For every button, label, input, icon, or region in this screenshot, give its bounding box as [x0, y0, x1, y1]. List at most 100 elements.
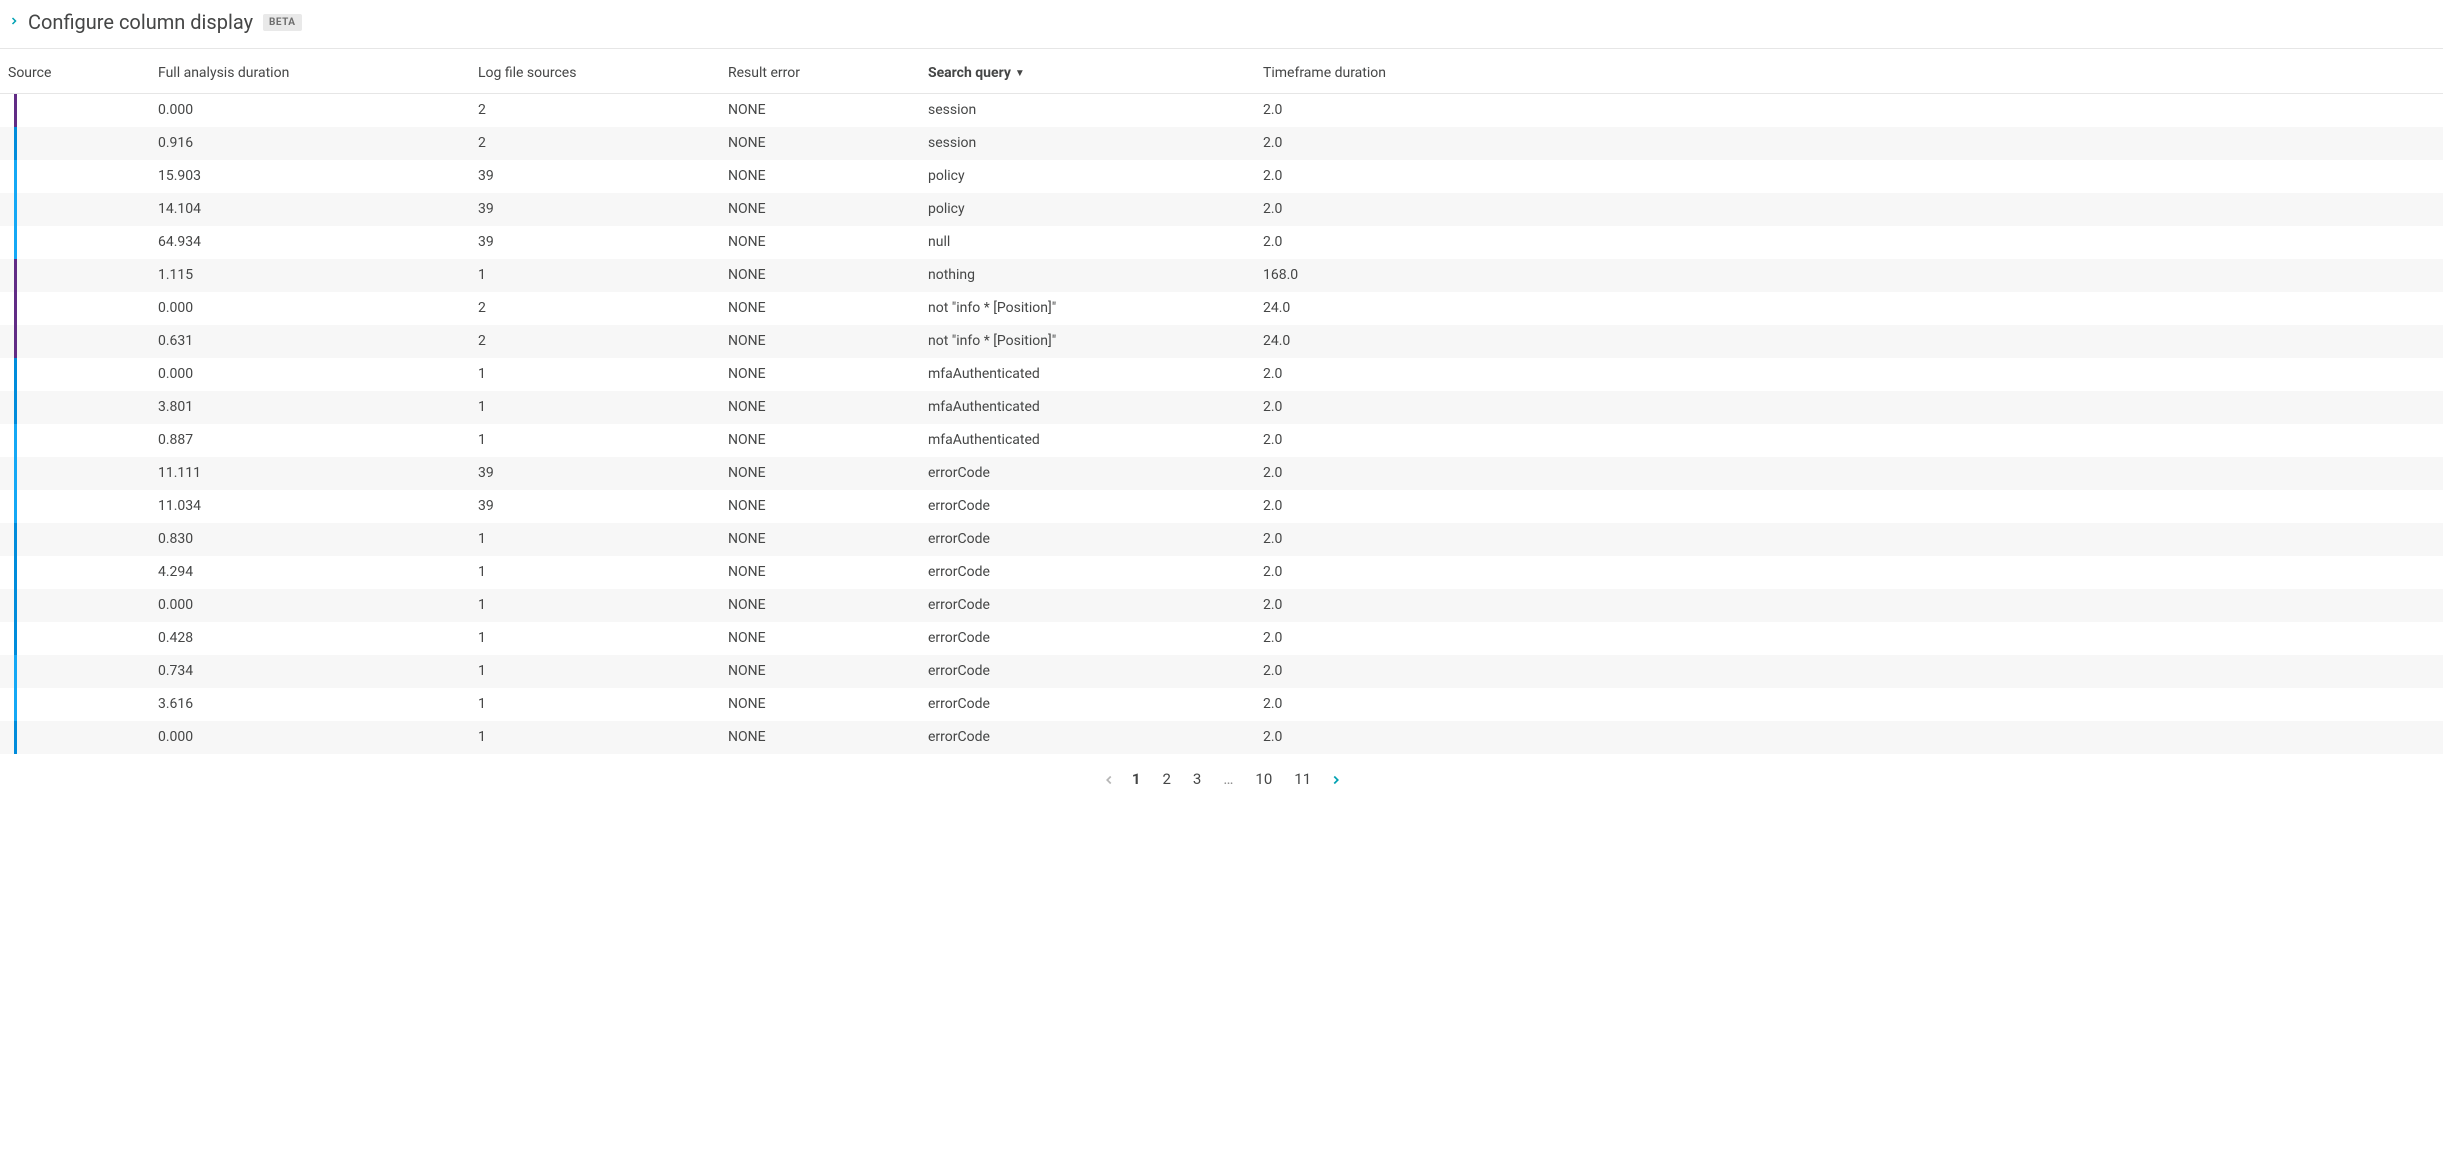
cell-timeframe: 2.0 — [1255, 358, 2443, 391]
source-color-bar — [14, 160, 17, 193]
cell-duration: 11.034 — [150, 490, 470, 523]
cell-query: session — [920, 94, 1255, 127]
table-row[interactable]: 11.03439NONEerrorCode2.0 — [0, 490, 2443, 523]
cell-error: NONE — [720, 193, 920, 226]
cell-source — [0, 589, 150, 622]
table-row[interactable]: 0.8301NONEerrorCode2.0 — [0, 523, 2443, 556]
cell-source — [0, 655, 150, 688]
cell-duration: 3.616 — [150, 688, 470, 721]
cell-source — [0, 358, 150, 391]
cell-duration: 0.000 — [150, 721, 470, 754]
source-color-bar — [14, 259, 17, 292]
cell-timeframe: 2.0 — [1255, 655, 2443, 688]
pagination-ellipsis: … — [1219, 768, 1237, 790]
table-row[interactable]: 4.2941NONEerrorCode2.0 — [0, 556, 2443, 589]
table-row[interactable]: 0.0001NONEerrorCode2.0 — [0, 589, 2443, 622]
col-header-label: Log file sources — [478, 65, 576, 81]
cell-query: errorCode — [920, 589, 1255, 622]
table-row[interactable]: 0.0002NONEnot "info * [Position]"24.0 — [0, 292, 2443, 325]
cell-source — [0, 94, 150, 127]
col-header-logfiles[interactable]: Log file sources — [470, 49, 720, 94]
table-row[interactable]: 3.8011NONEmfaAuthenticated2.0 — [0, 391, 2443, 424]
source-color-bar — [14, 193, 17, 226]
beta-badge: BETA — [263, 14, 302, 31]
cell-logfiles: 1 — [470, 523, 720, 556]
table-row[interactable]: 64.93439NONEnull2.0 — [0, 226, 2443, 259]
table-row[interactable]: 1.1151NONEnothing168.0 — [0, 259, 2443, 292]
source-color-bar — [14, 523, 17, 556]
cell-logfiles: 2 — [470, 325, 720, 358]
table-row[interactable]: 11.11139NONEerrorCode2.0 — [0, 457, 2443, 490]
cell-error: NONE — [720, 490, 920, 523]
configure-column-display-header[interactable]: Configure column display BETA — [0, 0, 2443, 49]
cell-error: NONE — [720, 424, 920, 457]
pagination-page-2[interactable]: 2 — [1158, 768, 1174, 790]
table-row[interactable]: 14.10439NONEpolicy2.0 — [0, 193, 2443, 226]
cell-error: NONE — [720, 391, 920, 424]
cell-query: errorCode — [920, 688, 1255, 721]
cell-timeframe: 2.0 — [1255, 193, 2443, 226]
source-color-bar — [14, 490, 17, 523]
cell-timeframe: 2.0 — [1255, 127, 2443, 160]
pagination-page-3[interactable]: 3 — [1189, 768, 1205, 790]
col-header-source[interactable]: Source — [0, 49, 150, 94]
cell-error: NONE — [720, 94, 920, 127]
cell-error: NONE — [720, 160, 920, 193]
cell-error: NONE — [720, 721, 920, 754]
table-row[interactable]: 0.0001NONEmfaAuthenticated2.0 — [0, 358, 2443, 391]
cell-source — [0, 160, 150, 193]
col-header-duration[interactable]: Full analysis duration — [150, 49, 470, 94]
table-row[interactable]: 0.8871NONEmfaAuthenticated2.0 — [0, 424, 2443, 457]
cell-timeframe: 2.0 — [1255, 688, 2443, 721]
col-header-label: Search query — [928, 65, 1011, 81]
cell-timeframe: 2.0 — [1255, 424, 2443, 457]
cell-query: policy — [920, 193, 1255, 226]
source-color-bar — [14, 688, 17, 721]
cell-query: nothing — [920, 259, 1255, 292]
cell-error: NONE — [720, 259, 920, 292]
cell-error: NONE — [720, 325, 920, 358]
source-color-bar — [14, 226, 17, 259]
pagination-page-1[interactable]: 1 — [1128, 768, 1145, 790]
cell-logfiles: 1 — [470, 589, 720, 622]
cell-error: NONE — [720, 622, 920, 655]
cell-query: errorCode — [920, 490, 1255, 523]
table-row[interactable]: 15.90339NONEpolicy2.0 — [0, 160, 2443, 193]
source-color-bar — [14, 391, 17, 424]
source-color-bar — [14, 358, 17, 391]
cell-query: policy — [920, 160, 1255, 193]
pagination-page-10[interactable]: 10 — [1251, 768, 1276, 790]
col-header-label: Source — [8, 65, 51, 81]
cell-query: mfaAuthenticated — [920, 358, 1255, 391]
table-row[interactable]: 0.0002NONEsession2.0 — [0, 94, 2443, 127]
cell-duration: 0.887 — [150, 424, 470, 457]
cell-logfiles: 39 — [470, 160, 720, 193]
cell-query: null — [920, 226, 1255, 259]
cell-timeframe: 2.0 — [1255, 457, 2443, 490]
pagination-page-11[interactable]: 11 — [1290, 768, 1315, 790]
cell-query: mfaAuthenticated — [920, 424, 1255, 457]
cell-timeframe: 2.0 — [1255, 490, 2443, 523]
source-color-bar — [14, 292, 17, 325]
cell-timeframe: 2.0 — [1255, 391, 2443, 424]
table-row[interactable]: 0.4281NONEerrorCode2.0 — [0, 622, 2443, 655]
cell-logfiles: 1 — [470, 358, 720, 391]
cell-duration: 64.934 — [150, 226, 470, 259]
pagination-next-button[interactable] — [1329, 773, 1341, 785]
cell-source — [0, 391, 150, 424]
cell-logfiles: 1 — [470, 622, 720, 655]
source-color-bar — [14, 127, 17, 160]
pagination-prev-button[interactable] — [1102, 773, 1114, 785]
table-row[interactable]: 3.6161NONEerrorCode2.0 — [0, 688, 2443, 721]
table-row[interactable]: 0.0001NONEerrorCode2.0 — [0, 721, 2443, 754]
col-header-error[interactable]: Result error — [720, 49, 920, 94]
table-row[interactable]: 0.6312NONEnot "info * [Position]"24.0 — [0, 325, 2443, 358]
col-header-timeframe[interactable]: Timeframe duration — [1255, 49, 2443, 94]
cell-duration: 3.801 — [150, 391, 470, 424]
col-header-query[interactable]: Search query▼ — [920, 49, 1255, 94]
cell-source — [0, 457, 150, 490]
col-header-label: Full analysis duration — [158, 65, 289, 81]
table-row[interactable]: 0.7341NONEerrorCode2.0 — [0, 655, 2443, 688]
table-row[interactable]: 0.9162NONEsession2.0 — [0, 127, 2443, 160]
cell-logfiles: 39 — [470, 226, 720, 259]
